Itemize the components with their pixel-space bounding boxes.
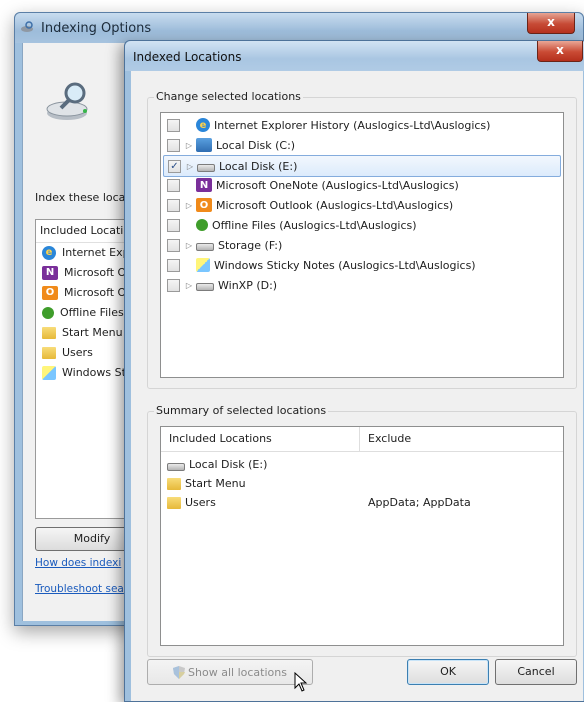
mouse-pointer-icon [294,672,308,692]
location-item-onenote[interactable]: N Microsoft OneNote (Auslogics-Ltd\Auslo… [161,175,563,195]
location-checkbox[interactable] [167,138,180,152]
indexing-options-icon [21,21,33,32]
folder-icon [42,327,56,339]
disk-icon [196,243,214,251]
index-these-locations-label: Index these loca [35,191,126,204]
location-item-outlook[interactable]: ▷ O Microsoft Outlook (Auslogics-Ltd\Aus… [161,195,563,215]
summary-table[interactable]: Included Locations Exclude Local Disk (E… [160,426,564,646]
cancel-button[interactable]: Cancel [495,659,577,685]
indexed-locations-titlebar[interactable]: Indexed Locations x [125,41,584,71]
indexing-options-titlebar[interactable]: Indexing Options x [15,13,583,43]
disk-icon [167,462,185,471]
summary-group: Summary of selected locations Included L… [147,404,577,657]
summary-label: Summary of selected locations [154,404,329,417]
location-item-storage-f[interactable]: ▷ Storage (F:) [161,235,563,255]
outlook-icon: O [42,286,58,300]
table-row: Users [167,493,216,512]
included-locations-column-header[interactable]: Included Locations [161,427,360,452]
location-item-winxp-d[interactable]: ▷ WinXP (D:) [161,275,563,295]
change-selected-locations-label: Change selected locations [154,90,303,103]
location-checkbox-checked[interactable]: ✓ [168,159,181,173]
sticky-notes-icon [42,366,56,380]
location-checkbox[interactable] [167,178,180,192]
ie-icon: e [42,246,56,260]
table-row: Start Menu [167,474,246,493]
indexing-options-close-button[interactable]: x [527,13,575,34]
folder-icon [167,496,181,509]
onenote-icon: N [196,178,212,192]
location-item-sticky-notes[interactable]: Windows Sticky Notes (Auslogics-Ltd\Ausl… [161,255,563,275]
indexed-locations-client: Change selected locations e Internet Exp… [131,71,583,701]
locations-tree[interactable]: e Internet Explorer History (Auslogics-L… [160,112,564,378]
indexed-locations-close-button[interactable]: x [537,41,583,62]
offline-files-icon [196,219,208,231]
location-checkbox[interactable] [167,278,180,292]
expand-arrow-icon[interactable]: ▷ [184,241,194,250]
exclude-cell: AppData; AppData [368,496,471,509]
location-checkbox[interactable] [167,218,180,232]
exclude-column-header[interactable]: Exclude [360,427,563,452]
table-row: Local Disk (E:) [167,455,267,474]
how-does-indexing-link[interactable]: How does indexi [35,557,121,569]
show-all-locations-button[interactable]: Show all locations [147,659,313,685]
location-checkbox[interactable] [167,258,180,272]
indexing-disk-search-icon [46,82,88,120]
location-item-local-disk-c[interactable]: ▷ Local Disk (C:) [161,135,563,155]
ie-icon: e [196,118,210,132]
expand-arrow-icon[interactable]: ▷ [185,162,195,171]
troubleshoot-search-link[interactable]: Troubleshoot sea [35,583,124,595]
uac-shield-icon [173,665,186,679]
disk-icon [196,283,214,291]
location-item-offline-files[interactable]: Offline Files (Auslogics-Ltd\Auslogics) [161,215,563,235]
folder-icon [42,347,56,359]
indexed-locations-title: Indexed Locations [133,50,242,64]
indexed-locations-dialog: Indexed Locations x Change selected loca… [124,40,584,702]
location-item-local-disk-e[interactable]: ✓ ▷ Local Disk (E:) [163,155,561,177]
onenote-icon: N [42,266,58,280]
location-checkbox[interactable] [167,118,180,132]
location-item-ie-history[interactable]: e Internet Explorer History (Auslogics-L… [161,115,563,135]
windows-disk-icon [196,138,212,152]
location-checkbox[interactable] [167,238,180,252]
offline-files-icon [42,307,54,319]
indexing-options-title: Indexing Options [41,21,152,36]
disk-icon [197,164,215,172]
location-checkbox[interactable] [167,198,180,212]
expand-arrow-icon[interactable]: ▷ [184,201,194,210]
outlook-icon: O [196,198,212,212]
expand-arrow-icon[interactable]: ▷ [184,141,194,150]
change-selected-locations-group: Change selected locations e Internet Exp… [147,90,577,389]
expand-arrow-icon[interactable]: ▷ [184,281,194,290]
ok-button[interactable]: OK [407,659,489,685]
folder-icon [167,477,181,490]
sticky-notes-icon [196,258,210,272]
